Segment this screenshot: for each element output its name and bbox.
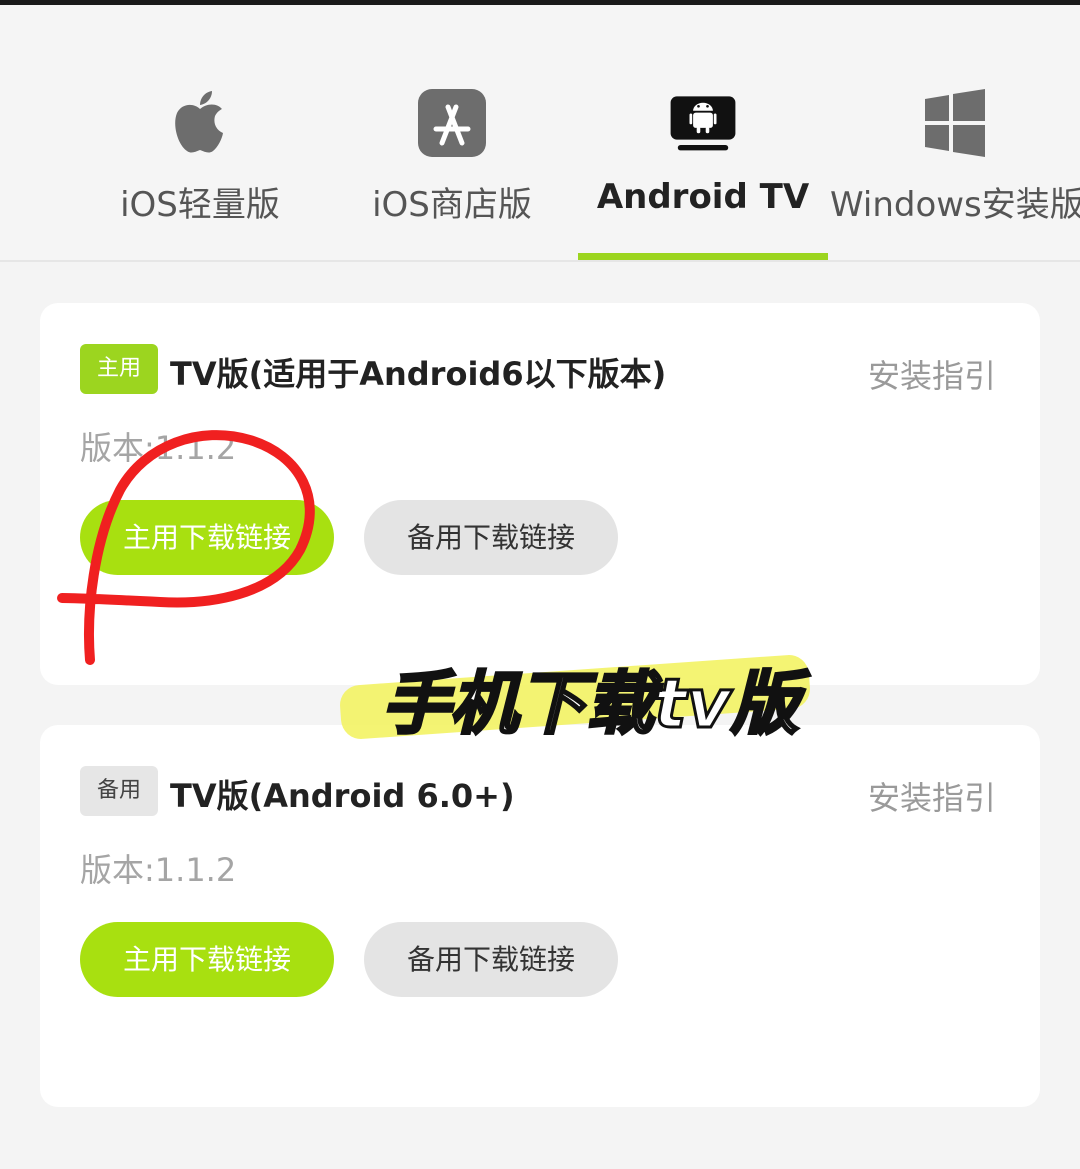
- windows-icon: [925, 89, 985, 157]
- tab-windows[interactable]: Windows安装版: [830, 5, 1080, 260]
- tab-label: 版: [0, 177, 25, 226]
- install-guide-link[interactable]: 安装指引: [868, 773, 996, 819]
- download-card-backup: 备用 TV版(Android 6.0+) 安装指引 版本:1.1.2 主用下载链…: [40, 725, 1040, 1107]
- caption-text: 手机下载tv版: [381, 664, 801, 746]
- tab-label: Android TV: [596, 177, 810, 217]
- status-badge: 主用: [80, 344, 158, 394]
- tab-label: Windows安装版: [830, 185, 1080, 225]
- version-label: 版本:1.1.2: [80, 851, 237, 889]
- tab-ios-store[interactable]: iOS商店版: [327, 5, 577, 260]
- backup-download-button[interactable]: 备用下载链接: [364, 922, 618, 997]
- caption-overlay: 手机下载tv版: [330, 640, 830, 750]
- platform-tab-bar: 版 iOS轻量版 iOS商店版 Android TV: [0, 5, 1080, 262]
- tab-partial[interactable]: 版: [0, 5, 25, 260]
- card-title: TV版(Android 6.0+): [170, 777, 515, 815]
- active-tab-indicator: [578, 253, 828, 260]
- tab-label: iOS轻量版: [120, 185, 280, 225]
- red-circle-annotation: [57, 430, 315, 665]
- card-title: TV版(适用于Android6以下版本): [170, 355, 667, 393]
- tab-label: iOS商店版: [372, 185, 532, 225]
- install-guide-link[interactable]: 安装指引: [868, 351, 996, 397]
- app-store-icon: [418, 89, 486, 157]
- android-tv-icon: [670, 96, 736, 151]
- backup-download-button[interactable]: 备用下载链接: [364, 500, 618, 575]
- tab-ios-lite[interactable]: iOS轻量版: [75, 5, 325, 260]
- apple-icon: [175, 91, 223, 153]
- primary-download-button[interactable]: 主用下载链接: [80, 922, 334, 997]
- status-badge: 备用: [80, 766, 158, 816]
- tab-android-tv[interactable]: Android TV: [578, 5, 828, 260]
